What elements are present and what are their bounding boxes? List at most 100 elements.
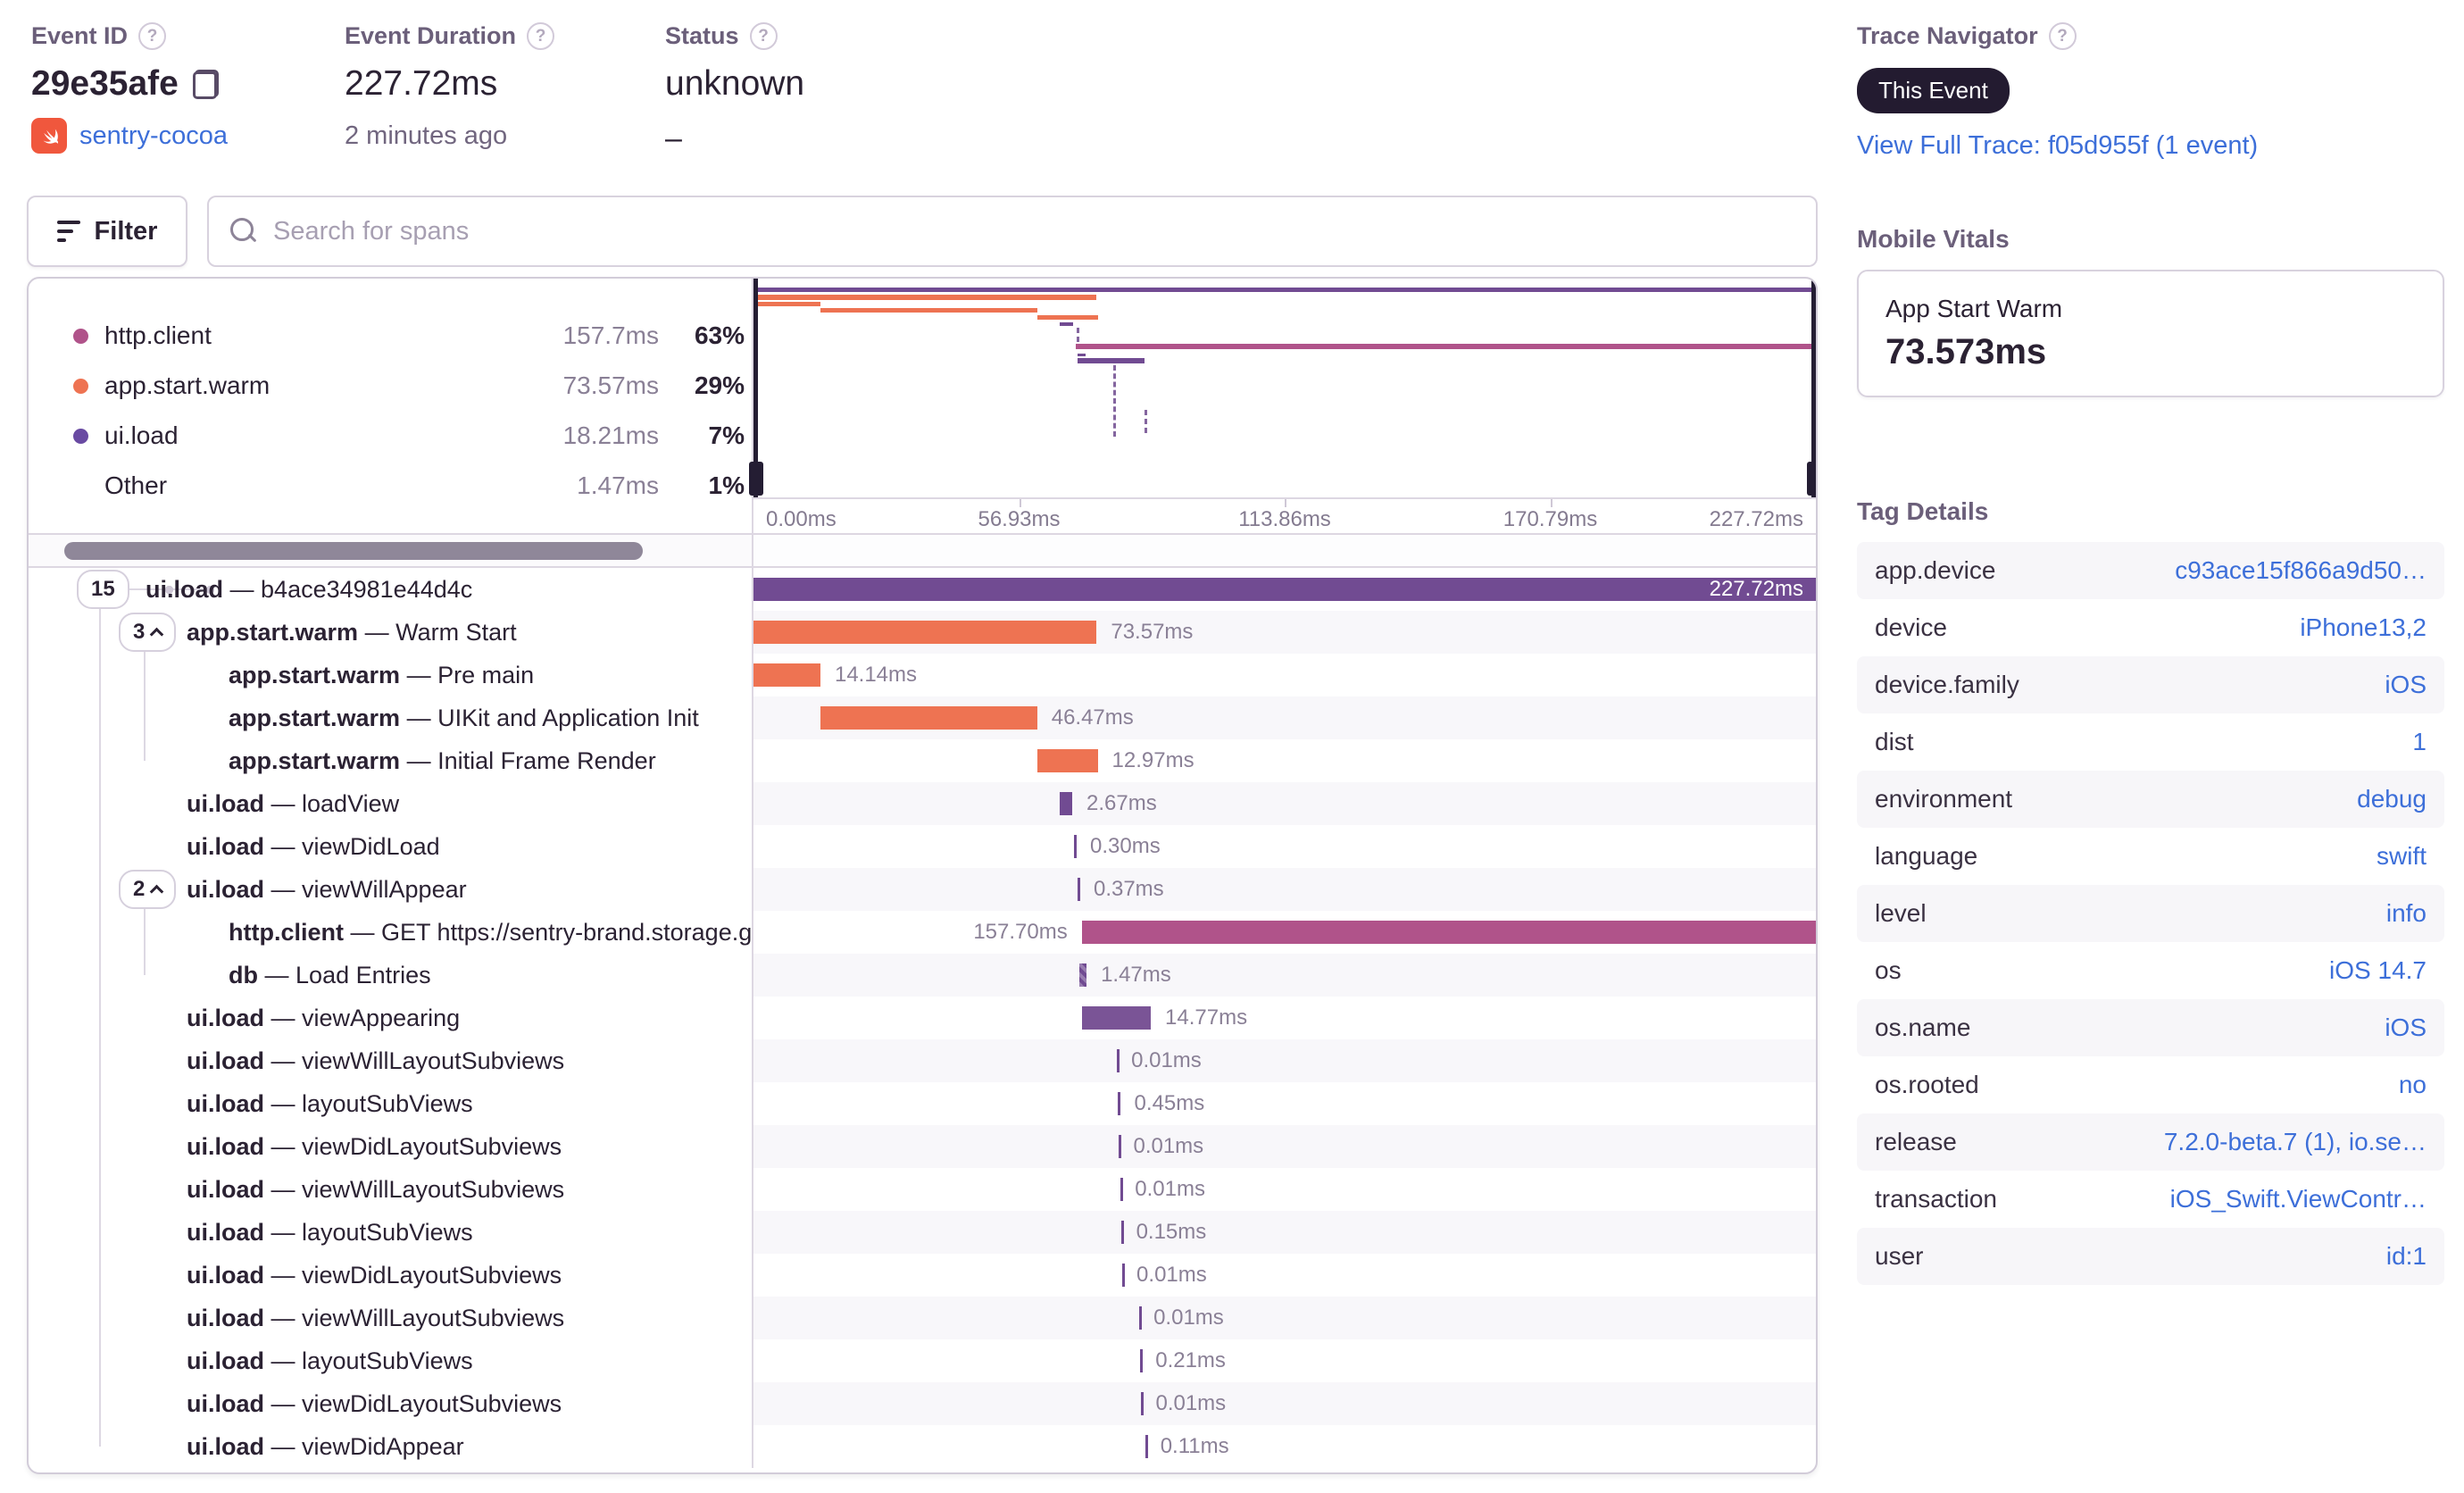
tag-value-link[interactable]: info (2386, 899, 2427, 928)
span-row[interactable]: app.start.warm — Pre main 14.14ms (29, 654, 1816, 696)
span-duration-bar[interactable] (1081, 1006, 1152, 1030)
span-duration-bar[interactable] (1120, 1178, 1124, 1201)
tag-value-link[interactable]: swift (2377, 842, 2427, 871)
span-duration-bar[interactable] (1077, 878, 1080, 901)
legend-item[interactable]: http.client 157.7ms 63% (73, 311, 752, 361)
span-duration-bar[interactable] (1119, 1135, 1122, 1158)
help-icon[interactable]: ? (138, 22, 167, 50)
tag-value-link[interactable]: 1 (2412, 728, 2427, 756)
span-duration-bar[interactable] (1074, 835, 1078, 858)
span-duration-bar[interactable] (753, 621, 1097, 644)
tag-value-link[interactable]: debug (2357, 785, 2427, 813)
span-row[interactable]: ui.load — layoutSubViews 0.21ms (29, 1339, 1816, 1382)
tag-value-link[interactable]: iOS_Swift.ViewContr… (2170, 1185, 2427, 1214)
span-row[interactable]: 2 ui.load — viewWillAppear 0.37ms (29, 868, 1816, 911)
span-duration-bar[interactable] (1079, 963, 1087, 987)
legend-item[interactable]: Other 1.47ms 1% (73, 461, 752, 511)
span-op: ui.load (187, 1347, 264, 1374)
span-row[interactable]: ui.load — layoutSubViews 0.45ms (29, 1082, 1816, 1125)
mobile-vitals-heading: Mobile Vitals (1857, 225, 2010, 253)
span-row[interactable]: ui.load — viewDidLayoutSubviews 0.01ms (29, 1125, 1816, 1168)
span-lane: 0.01ms (753, 1039, 1816, 1082)
span-duration-label: 0.01ms (1133, 1134, 1204, 1158)
span-description: viewDidAppear (302, 1432, 464, 1460)
span-row[interactable]: ui.load — layoutSubViews 0.15ms (29, 1211, 1816, 1254)
op-name: ui.load (104, 421, 179, 449)
tag-value-link[interactable]: no (2399, 1071, 2427, 1099)
span-row[interactable]: ui.load — loadView 2.67ms (29, 782, 1816, 825)
op-color-dot (73, 378, 88, 394)
tag-key: release (1875, 1128, 1957, 1155)
span-duration-bar[interactable] (1145, 1435, 1149, 1458)
span-duration-bar[interactable] (1059, 792, 1072, 815)
filter-button[interactable]: Filter (27, 196, 187, 267)
span-children-toggle[interactable]: 2 (119, 870, 177, 909)
minimap-dashed-connector (1113, 365, 1117, 437)
span-search-input[interactable] (273, 216, 1794, 246)
swift-platform-icon (31, 118, 67, 154)
span-duration-bar[interactable] (1138, 1306, 1142, 1330)
span-duration-label: 0.11ms (1160, 1434, 1229, 1458)
span-row[interactable]: db — Load Entries 1.47ms (29, 954, 1816, 997)
span-children-toggle[interactable]: 15 (77, 570, 129, 609)
project-link[interactable]: sentry-cocoa (79, 121, 228, 151)
tag-value-link[interactable]: c93ace15f866a9d50… (2175, 556, 2427, 585)
minimap-span-bar (753, 295, 1097, 300)
span-row[interactable]: app.start.warm — UIKit and Application I… (29, 696, 1816, 739)
minimap-right-handle[interactable] (1811, 279, 1816, 497)
tag-value-link[interactable]: iOS 14.7 (2329, 956, 2427, 985)
minimap-canvas[interactable] (753, 279, 1816, 497)
horizontal-scrollbar-thumb[interactable] (64, 542, 643, 560)
span-row[interactable]: ui.load — viewDidLayoutSubviews 0.01ms (29, 1382, 1816, 1425)
span-description: Load Entries (296, 961, 431, 988)
tag-value-link[interactable]: 7.2.0-beta.7 (1), io.se… (2164, 1128, 2427, 1156)
view-full-trace-link[interactable]: View Full Trace: f05d955f (1 event) (1857, 131, 2444, 161)
span-duration-bar[interactable] (753, 578, 1816, 601)
span-duration-bar[interactable] (1141, 1392, 1145, 1415)
span-duration-bar[interactable] (1120, 1221, 1124, 1244)
span-children-toggle[interactable]: 3 (119, 613, 177, 652)
span-duration-bar[interactable] (1036, 749, 1098, 772)
span-op: app.start.warm (229, 661, 401, 688)
span-duration-bar[interactable] (1118, 1092, 1121, 1115)
span-row[interactable]: ui.load — viewWillLayoutSubviews 0.01ms (29, 1297, 1816, 1339)
span-duration-bar[interactable] (1121, 1264, 1125, 1287)
legend-item[interactable]: ui.load 18.21ms 7% (73, 411, 752, 461)
tag-value-link[interactable]: iOS (2385, 1013, 2427, 1042)
legend-item[interactable]: app.start.warm 73.57ms 29% (73, 361, 752, 411)
span-duration-bar[interactable] (753, 663, 820, 687)
copy-icon[interactable] (192, 69, 219, 99)
span-op: app.start.warm (229, 746, 401, 774)
span-duration-bar[interactable] (1081, 921, 1816, 944)
span-description: UIKit and Application Init (437, 704, 699, 731)
span-op: ui.load (187, 1132, 264, 1160)
tag-value-link[interactable]: id:1 (2386, 1242, 2427, 1271)
span-duration-bar[interactable] (820, 706, 1037, 730)
this-event-badge[interactable]: This Event (1857, 68, 2010, 113)
help-icon[interactable]: ? (749, 22, 778, 50)
span-op: ui.load (187, 1089, 264, 1117)
span-row[interactable]: ui.load — viewWillLayoutSubviews 0.01ms (29, 1039, 1816, 1082)
tag-value-link[interactable]: iPhone13,2 (2300, 613, 2427, 642)
help-icon[interactable]: ? (2048, 22, 2077, 50)
tag-value-link[interactable]: iOS (2385, 671, 2427, 699)
tag-row: language swift (1857, 828, 2444, 885)
span-row[interactable]: 15 ui.load — b4ace34981e44d4c 227.72ms (29, 568, 1816, 611)
span-row[interactable]: ui.load — viewWillLayoutSubviews 0.01ms (29, 1168, 1816, 1211)
event-time-ago: 2 minutes ago (345, 121, 508, 150)
span-duration-bar[interactable] (1116, 1049, 1120, 1072)
minimap-left-handle[interactable] (753, 279, 758, 497)
span-row[interactable]: app.start.warm — Initial Frame Render 12… (29, 739, 1816, 782)
span-duration-bar[interactable] (1140, 1349, 1144, 1372)
span-lane: 0.01ms (753, 1297, 1816, 1339)
span-row[interactable]: ui.load — viewAppearing 14.77ms (29, 997, 1816, 1039)
span-row[interactable]: 3 app.start.warm — Warm Start 73.57ms (29, 611, 1816, 654)
tag-key: os (1875, 956, 1902, 984)
span-row[interactable]: http.client — GET https://sentry-brand.s… (29, 911, 1816, 954)
span-row[interactable]: ui.load — viewDidLoad 0.30ms (29, 825, 1816, 868)
span-lane: 0.30ms (753, 825, 1816, 868)
span-row[interactable]: ui.load — viewDidLayoutSubviews 0.01ms (29, 1254, 1816, 1297)
span-description: viewWillAppear (302, 875, 467, 903)
span-row[interactable]: ui.load — viewDidAppear 0.11ms (29, 1425, 1816, 1468)
help-icon[interactable]: ? (527, 22, 555, 50)
